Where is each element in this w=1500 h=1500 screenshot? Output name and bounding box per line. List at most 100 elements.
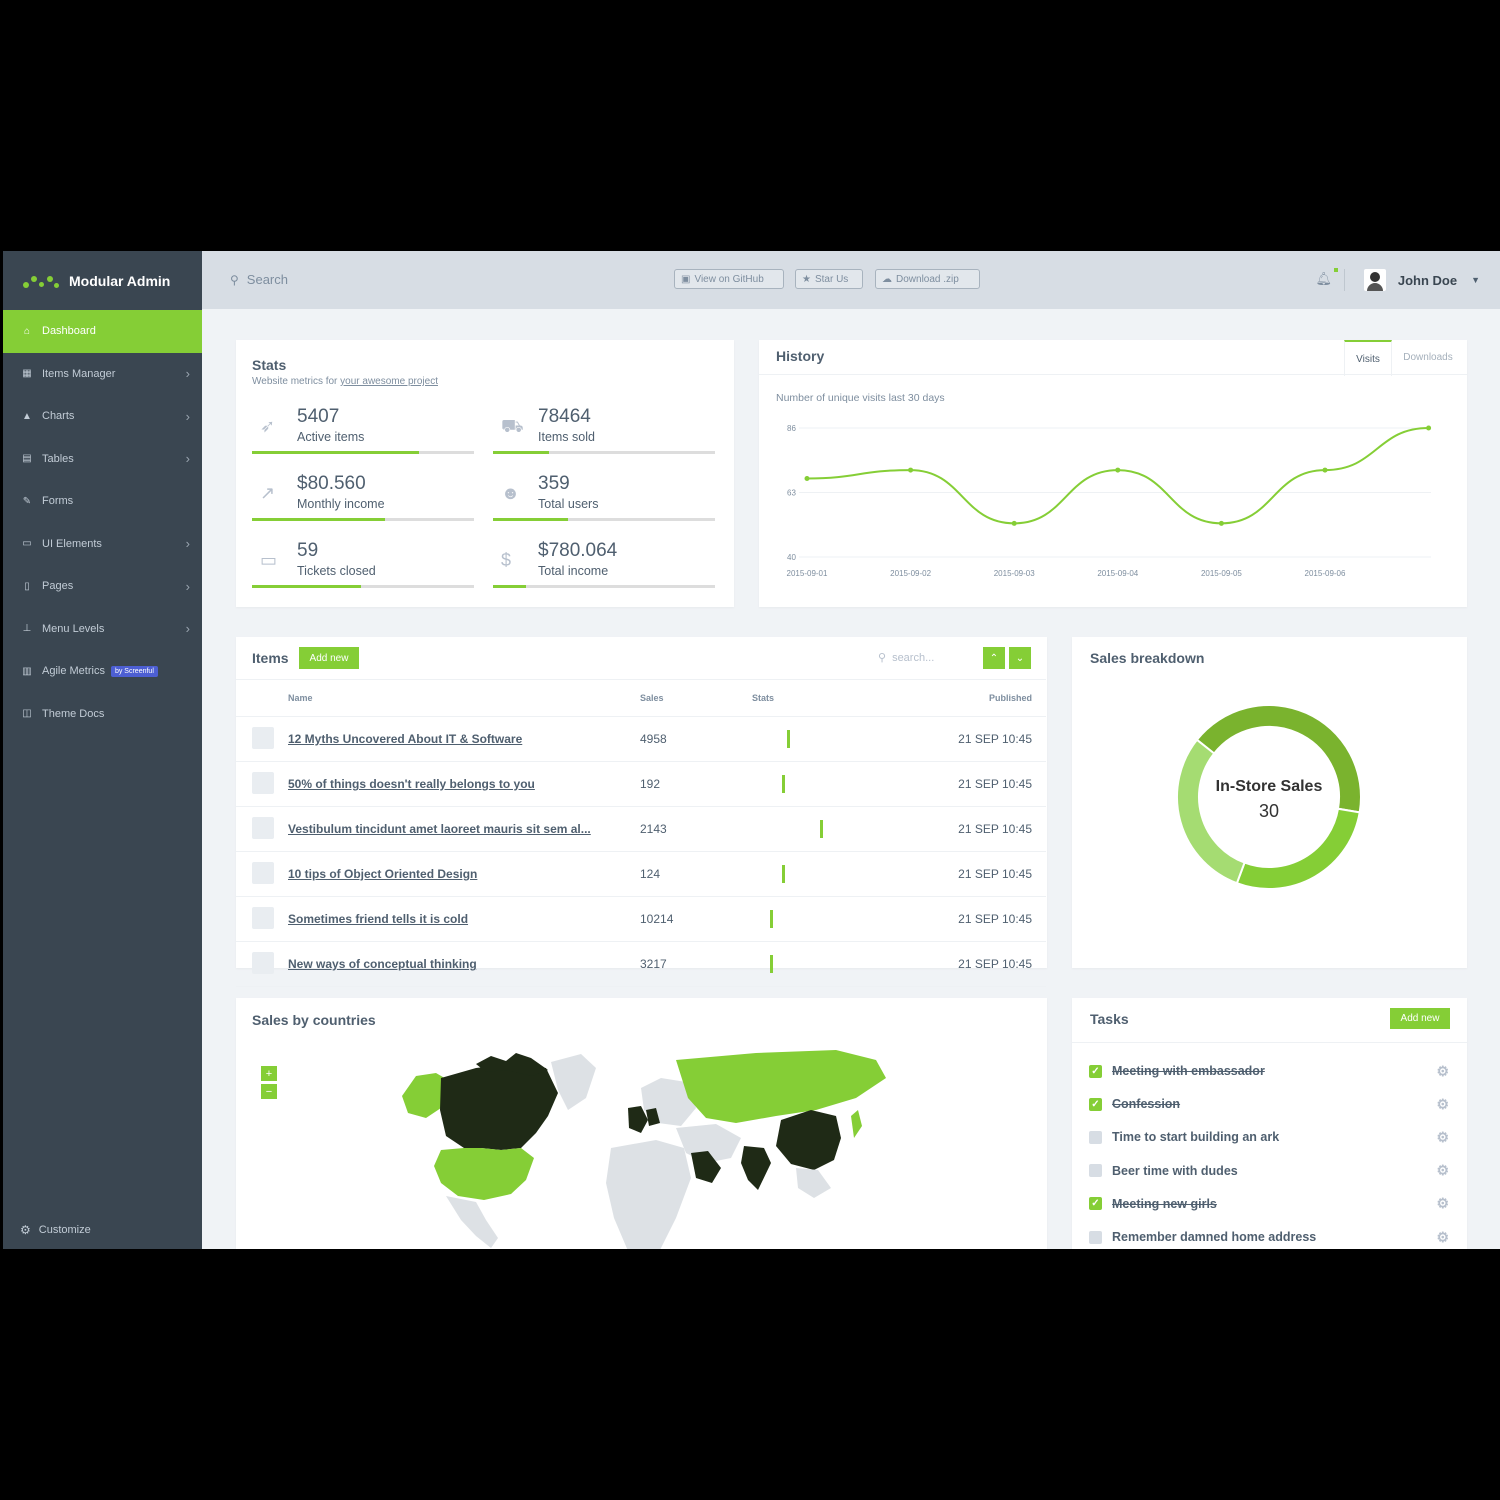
table-row[interactable]: New ways of conceptual thinking 3217 21 SE…	[236, 941, 1046, 987]
sidebar-item-menu-levels[interactable]: ⊥ Menu Levels ›	[3, 608, 202, 651]
sidebar-item-label: Theme Docs	[42, 707, 105, 720]
sidebar-item-theme-docs[interactable]: ◫ Theme Docs	[3, 693, 202, 736]
table-header-row: Name Sales Stats Published	[236, 679, 1046, 717]
divider	[1344, 269, 1345, 291]
sidebar-item-pages[interactable]: ▯ Pages ›	[3, 565, 202, 608]
caret-down-icon: ▼	[1471, 275, 1480, 285]
item-name-link[interactable]: 50% of things doesn't really belongs to …	[288, 777, 535, 791]
screenful-badge: by Screenful	[110, 665, 158, 677]
gear-icon[interactable]: ⚙	[1436, 1096, 1449, 1113]
add-task-button[interactable]: Add new	[1390, 1008, 1450, 1029]
row-checkbox[interactable]	[252, 726, 274, 749]
x-tick-label: 2015-09-04	[1097, 569, 1138, 578]
sort-up-button[interactable]: ⌃	[983, 647, 1005, 669]
gear-icon[interactable]: ⚙	[1436, 1229, 1449, 1246]
item-stats-cell	[751, 806, 863, 852]
chevron-right-icon: ›	[185, 408, 190, 424]
row-checkbox[interactable]	[252, 861, 274, 884]
sidebar-item-items-manager[interactable]: ▦ Items Manager ›	[3, 353, 202, 396]
sidebar-item-label: Pages	[42, 580, 74, 593]
task-checkbox[interactable]: ✓	[1089, 1197, 1102, 1211]
search-input[interactable]: ⚲ Search	[230, 272, 288, 287]
item-published: 21 SEP 10:45	[863, 896, 1046, 942]
notification-dot	[1334, 268, 1338, 272]
item-name-link[interactable]: Vestibulum tincidunt amet laoreet mauris…	[288, 822, 591, 836]
row-checkbox[interactable]	[252, 951, 274, 974]
task-item[interactable]: Time to start building an ark ⚙	[1089, 1125, 1449, 1149]
row-checkbox[interactable]	[252, 906, 274, 929]
stat-label: Total income	[538, 564, 609, 578]
sidebar-item-forms[interactable]: ✎ Forms	[3, 480, 202, 523]
notifications-button[interactable]: 🔔︎	[1315, 268, 1338, 287]
star-us-button[interactable]: ★ Star Us	[795, 269, 863, 289]
gear-icon[interactable]: ⚙	[1436, 1129, 1449, 1146]
stat-progress-bar	[252, 451, 474, 454]
table-row[interactable]: 10 tips of Object Oriented Design 124 21 S…	[236, 851, 1046, 897]
sales-sparkline	[770, 910, 773, 928]
sales-by-countries-card: Sales by countries + −	[236, 998, 1047, 1249]
column-header-published[interactable]: Published	[863, 679, 1046, 717]
gear-icon[interactable]: ⚙	[1436, 1162, 1449, 1179]
table-row[interactable]: 50% of things doesn't really belongs to …	[236, 761, 1046, 807]
search-placeholder: Search	[246, 272, 288, 287]
desktop-icon: ▭	[22, 538, 32, 550]
sidebar: Modular Admin ⌂ Dashboard ▦ Items Manager › ▲…	[3, 251, 202, 1249]
task-item[interactable]: ✓ Confession ⚙	[1089, 1092, 1449, 1116]
history-card: History Visits Downloads Number of uniqu…	[759, 340, 1467, 607]
item-published: 21 SEP 10:45	[863, 851, 1046, 897]
project-link[interactable]: your awesome project	[340, 376, 438, 387]
sidebar-item-agile-metrics[interactable]: ▥ Agile Metrics by Screenful	[3, 650, 202, 693]
table-row[interactable]: Sometimes friend tells it is cold 10214 21…	[236, 896, 1046, 942]
column-header-sales[interactable]: Sales	[639, 679, 751, 717]
table-row[interactable]: Vestibulum tincidunt amet laoreet mauris…	[236, 806, 1046, 852]
row-checkbox[interactable]	[252, 771, 274, 794]
star-icon: ★	[802, 273, 811, 285]
task-item[interactable]: ✓ Meeting new girls ⚙	[1089, 1192, 1449, 1216]
column-header-name[interactable]: Name	[287, 679, 639, 717]
data-point	[1322, 467, 1328, 473]
task-checkbox[interactable]	[1089, 1164, 1102, 1178]
item-sales: 4958	[639, 716, 751, 762]
column-header-stats[interactable]: Stats	[751, 679, 863, 717]
items-search-input[interactable]: ⚲ search...	[878, 651, 934, 665]
stat-value: 78464	[538, 406, 591, 427]
map-region-india	[741, 1146, 771, 1190]
item-name-link[interactable]: 10 tips of Object Oriented Design	[288, 867, 477, 881]
search-icon: ⚲	[230, 272, 239, 287]
sidebar-item-tables[interactable]: ▤ Tables ›	[3, 438, 202, 481]
task-checkbox[interactable]: ✓	[1089, 1064, 1102, 1078]
data-point	[1115, 467, 1121, 473]
item-sales: 10214	[639, 896, 751, 942]
task-text: Time to start building an ark	[1112, 1130, 1280, 1145]
line-chart-icon: ↗	[260, 483, 276, 503]
donut-segment	[1195, 704, 1362, 814]
download-zip-button[interactable]: ☁ Download .zip	[875, 269, 980, 289]
task-checkbox[interactable]	[1089, 1230, 1102, 1244]
view-github-button[interactable]: ▣ View on GitHub	[674, 269, 784, 289]
sitemap-icon: ⊥	[22, 623, 32, 635]
gear-icon[interactable]: ⚙	[1436, 1063, 1449, 1080]
task-checkbox[interactable]: ✓	[1089, 1097, 1102, 1111]
brand[interactable]: Modular Admin	[3, 251, 202, 310]
map-region-usa	[434, 1148, 534, 1200]
task-checkbox[interactable]	[1089, 1130, 1102, 1144]
gear-icon[interactable]: ⚙	[1436, 1195, 1449, 1212]
sidebar-item-ui-elements[interactable]: ▭ UI Elements ›	[3, 523, 202, 566]
customize-button[interactable]: ⚙ Customize	[20, 1223, 91, 1237]
sidebar-item-charts[interactable]: ▲ Charts ›	[3, 395, 202, 438]
user-menu[interactable]: John Doe ▼	[1363, 269, 1480, 291]
task-item[interactable]: Beer time with dudes ⚙	[1089, 1159, 1449, 1183]
task-item[interactable]: ✓ Meeting with embassador ⚙	[1089, 1059, 1449, 1083]
sales-breakdown-card: Sales breakdown In-Store Sales 30	[1072, 637, 1467, 968]
sidebar-item-dashboard[interactable]: ⌂ Dashboard	[3, 310, 202, 353]
item-name-link[interactable]: Sometimes friend tells it is cold	[288, 912, 468, 926]
item-name-link[interactable]: 12 Myths Uncovered About IT & Software	[288, 732, 522, 746]
stats-subtitle: Website metrics for your awesome project	[252, 376, 438, 387]
add-item-button[interactable]: Add new	[299, 647, 359, 669]
row-checkbox[interactable]	[252, 816, 274, 839]
table-row[interactable]: 12 Myths Uncovered About IT & Software 49…	[236, 716, 1046, 762]
sort-down-button[interactable]: ⌄	[1009, 647, 1031, 669]
item-name-link[interactable]: New ways of conceptual thinking	[288, 957, 477, 971]
task-item[interactable]: Remember damned home address ⚙	[1089, 1225, 1449, 1249]
item-stats-cell	[751, 761, 863, 807]
